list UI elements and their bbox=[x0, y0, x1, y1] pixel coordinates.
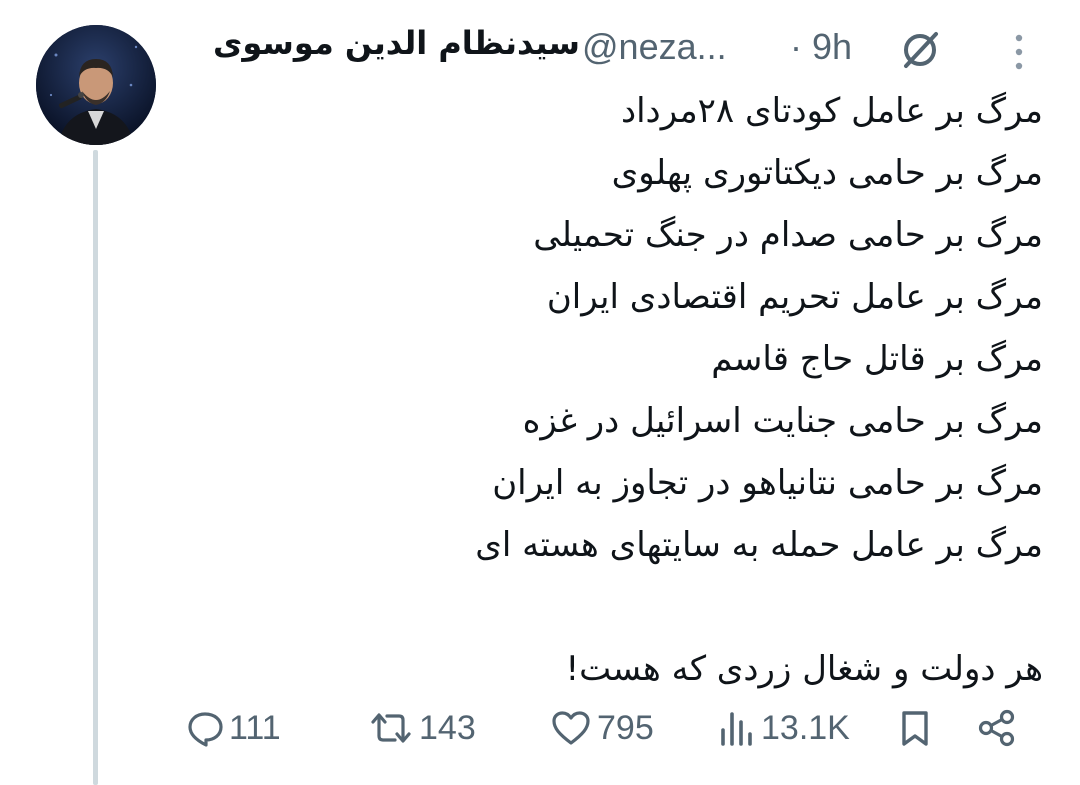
tweet-body: مرگ بر عامل کودتای ۲۸مرداد مرگ بر حامی د… bbox=[183, 80, 1043, 700]
tweet-line: مرگ بر حامی جنایت اسرائیل در غزه bbox=[522, 401, 1043, 441]
views-count: 13.1K bbox=[761, 708, 850, 747]
views-button[interactable]: 13.1K bbox=[717, 700, 850, 756]
separator-dot: · bbox=[790, 26, 802, 67]
user-handle[interactable]: @neza... bbox=[582, 26, 727, 68]
like-count: 795 bbox=[597, 708, 654, 747]
repost-count: 143 bbox=[419, 708, 476, 747]
reply-count: 111 bbox=[229, 708, 281, 747]
share-icon bbox=[978, 709, 1015, 747]
repost-icon bbox=[371, 713, 411, 743]
tweet-header: سیدنظام الدین موسوی @neza... · 9h bbox=[180, 18, 1050, 78]
avatar[interactable] bbox=[36, 25, 156, 145]
action-bar: 111 143 795 13.1K bbox=[185, 700, 1035, 756]
bookmark-icon bbox=[902, 711, 928, 746]
tweet-line: مرگ بر حامی صدام در جنگ تحمیلی bbox=[533, 215, 1043, 255]
thread-connector-line bbox=[93, 150, 98, 785]
views-icon bbox=[721, 712, 752, 746]
tweet-line: مرگ بر عامل تحریم اقتصادی ایران bbox=[546, 277, 1043, 317]
bookmark-button[interactable] bbox=[895, 700, 935, 756]
tweet-line: مرگ بر عامل حمله به سایتهای هسته ای bbox=[475, 525, 1043, 565]
share-button[interactable] bbox=[975, 700, 1019, 756]
repost-button[interactable]: 143 bbox=[367, 700, 476, 756]
display-name[interactable]: سیدنظام الدین موسوی bbox=[213, 24, 580, 62]
tweet-line: مرگ بر قاتل حاج قاسم bbox=[711, 339, 1043, 379]
tweet-closing-line: هر دولت و شغال زردی که هست! bbox=[565, 649, 1044, 689]
more-icon[interactable] bbox=[1010, 30, 1028, 74]
tweet-line: مرگ بر عامل کودتای ۲۸مرداد bbox=[620, 91, 1043, 131]
reply-icon bbox=[188, 712, 223, 747]
tweet-line: مرگ بر حامی نتانیاهو در تجاوز به ایران bbox=[492, 463, 1043, 503]
grok-icon[interactable] bbox=[898, 28, 942, 72]
tweet-line: مرگ بر حامی دیکتاتوری پهلوی bbox=[611, 153, 1043, 193]
timestamp[interactable]: 9h bbox=[812, 26, 852, 68]
reply-button[interactable]: 111 bbox=[185, 700, 281, 756]
heart-icon bbox=[552, 711, 590, 745]
like-button[interactable]: 795 bbox=[549, 700, 654, 756]
